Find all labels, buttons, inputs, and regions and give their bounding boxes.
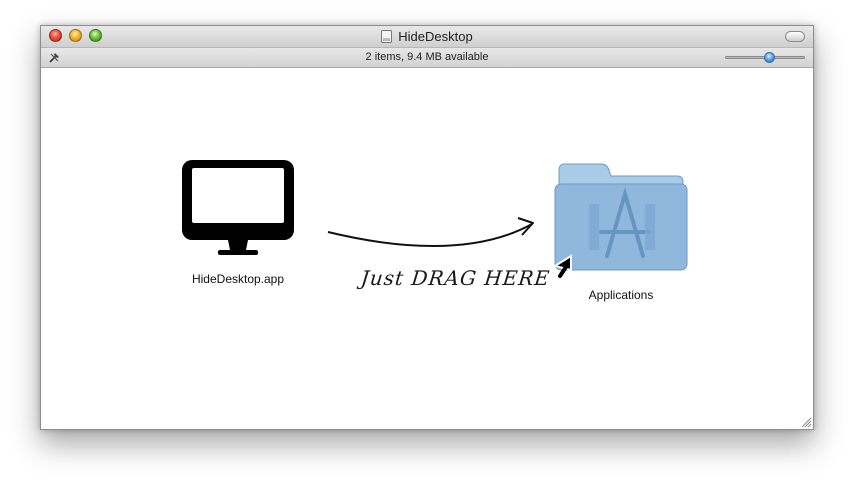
monitor-icon [182,160,294,255]
finder-window: HideDesktop 2 items, 9.4 MB available Hi… [40,25,814,430]
app-item-label: HideDesktop.app [191,272,285,286]
drag-arrow-icon [327,217,534,247]
applications-folder-item[interactable]: Applications [549,160,693,302]
toolbar-toggle-button[interactable] [785,31,805,42]
applications-folder-icon [552,163,688,278]
resize-grip-icon[interactable] [801,417,812,428]
disk-image-icon [381,30,393,43]
icon-size-slider[interactable] [725,52,805,63]
app-item-hidedesktop[interactable]: HideDesktop.app [168,158,308,286]
title-bar[interactable]: HideDesktop [41,26,813,48]
applications-folder-label: Applications [588,288,654,302]
window-title-area: HideDesktop [41,29,813,46]
status-text: 2 items, 9.4 MB available [365,51,489,63]
window-title: HideDesktop [398,29,473,44]
window-content: HideDesktop.app Just DRAG HERE Applicati… [41,68,813,429]
status-bar: 2 items, 9.4 MB available [41,48,813,68]
drag-instruction: Just DRAG HERE [359,266,552,290]
slider-thumb[interactable] [764,52,775,63]
